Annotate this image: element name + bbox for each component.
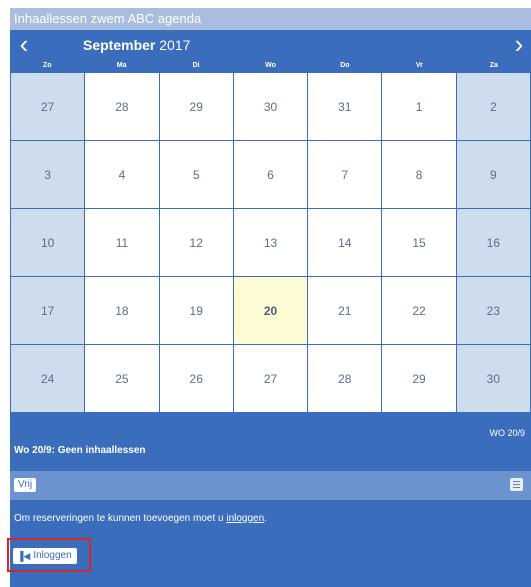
calendar-day[interactable]: 30	[233, 73, 308, 140]
calendar-day[interactable]: 28	[85, 73, 159, 140]
calendar-day[interactable]: 25	[85, 345, 159, 412]
calendar-day[interactable]: 27	[233, 345, 308, 412]
selected-date-tag: WO 20/9	[489, 428, 525, 438]
calendar-day[interactable]: 4	[85, 141, 159, 208]
calendar-day[interactable]: 16	[456, 209, 530, 276]
list-icon-line	[513, 487, 520, 488]
calendar-day[interactable]: 24	[11, 345, 85, 412]
calendar-grid: 27 28 29 30 31 1 2 3 4 5 6 7 8 9 10 11 1…	[10, 72, 531, 413]
info-text-prefix: Om reserveringen te kunnen toevoegen moe…	[14, 513, 227, 524]
weekday-header: Wo	[265, 62, 276, 69]
calendar-day[interactable]: 18	[85, 277, 159, 344]
vrij-filter-button[interactable]: Vrij	[14, 478, 37, 492]
calendar-day[interactable]: 15	[382, 209, 456, 276]
info-text-suffix: .	[264, 513, 267, 524]
login-button-label: Inloggen	[33, 550, 72, 561]
calendar-day[interactable]: 2	[456, 73, 530, 140]
weekday-header: Ma	[116, 62, 127, 69]
calendar-day[interactable]: 29	[159, 73, 233, 140]
calendar-day[interactable]: 5	[159, 141, 233, 208]
month-name: September	[83, 37, 156, 53]
calendar-day[interactable]: 29	[382, 345, 456, 412]
calendar-day[interactable]: 8	[382, 141, 456, 208]
list-icon-line	[513, 484, 520, 485]
month-navigation: ‹ September 2017 ›	[10, 30, 531, 60]
calendar-day[interactable]: 6	[233, 141, 308, 208]
calendar-day[interactable]: 31	[308, 73, 382, 140]
login-info-text: Om reserveringen te kunnen toevoegen moe…	[14, 513, 267, 524]
list-icon-line	[513, 481, 520, 482]
calendar-day[interactable]: 9	[456, 141, 530, 208]
selected-day-panel: WO 20/9 Wo 20/9: Geen inhaallessen	[10, 413, 531, 471]
weekday-header: Di	[192, 62, 200, 69]
calendar-day[interactable]: 19	[159, 277, 233, 344]
day-status-text: Wo 20/9: Geen inhaallessen	[14, 445, 146, 456]
weekday-header: Zo	[42, 62, 52, 69]
calendar-day[interactable]: 22	[382, 277, 456, 344]
calendar-day[interactable]: 12	[159, 209, 233, 276]
calendar-day[interactable]: 3	[11, 141, 85, 208]
calendar-day[interactable]: 13	[233, 209, 308, 276]
calendar-day[interactable]: 23	[456, 277, 530, 344]
calendar-day[interactable]: 27	[11, 73, 85, 140]
next-month-button[interactable]: ›	[507, 30, 531, 60]
calendar-day[interactable]: 1	[382, 73, 456, 140]
calendar-day[interactable]: 17	[11, 277, 85, 344]
calendar-day[interactable]: 7	[308, 141, 382, 208]
inloggen-link[interactable]: inloggen	[226, 513, 264, 524]
weekday-header: Vr	[415, 62, 423, 69]
calendar-day[interactable]: 21	[308, 277, 382, 344]
year-label: 2017	[159, 37, 191, 53]
calendar-day[interactable]: 28	[308, 345, 382, 412]
calendar-day[interactable]: 30	[456, 345, 530, 412]
login-icon: ▐◀	[17, 551, 31, 561]
list-icon[interactable]	[510, 478, 523, 491]
calendar-day[interactable]: 26	[159, 345, 233, 412]
login-button[interactable]: ▐◀ Inloggen	[13, 548, 77, 564]
calendar-day[interactable]: 11	[85, 209, 159, 276]
filter-bar: Vrij	[10, 471, 531, 500]
weekday-header-row: Zo Ma Di Wo Do Vr Za	[10, 60, 531, 72]
calendar-day[interactable]: 10	[11, 209, 85, 276]
agenda-widget: Inhaallessen zwem ABC agenda ‹ September…	[0, 0, 531, 587]
weekday-header: Do	[340, 62, 350, 69]
month-label: September 2017	[83, 37, 190, 53]
agenda-title: Inhaallessen zwem ABC agenda	[10, 8, 531, 30]
calendar-day-today[interactable]: 20	[233, 277, 308, 344]
calendar-day[interactable]: 14	[308, 209, 382, 276]
weekday-header: Za	[489, 62, 498, 69]
previous-month-button[interactable]: ‹	[12, 30, 36, 60]
